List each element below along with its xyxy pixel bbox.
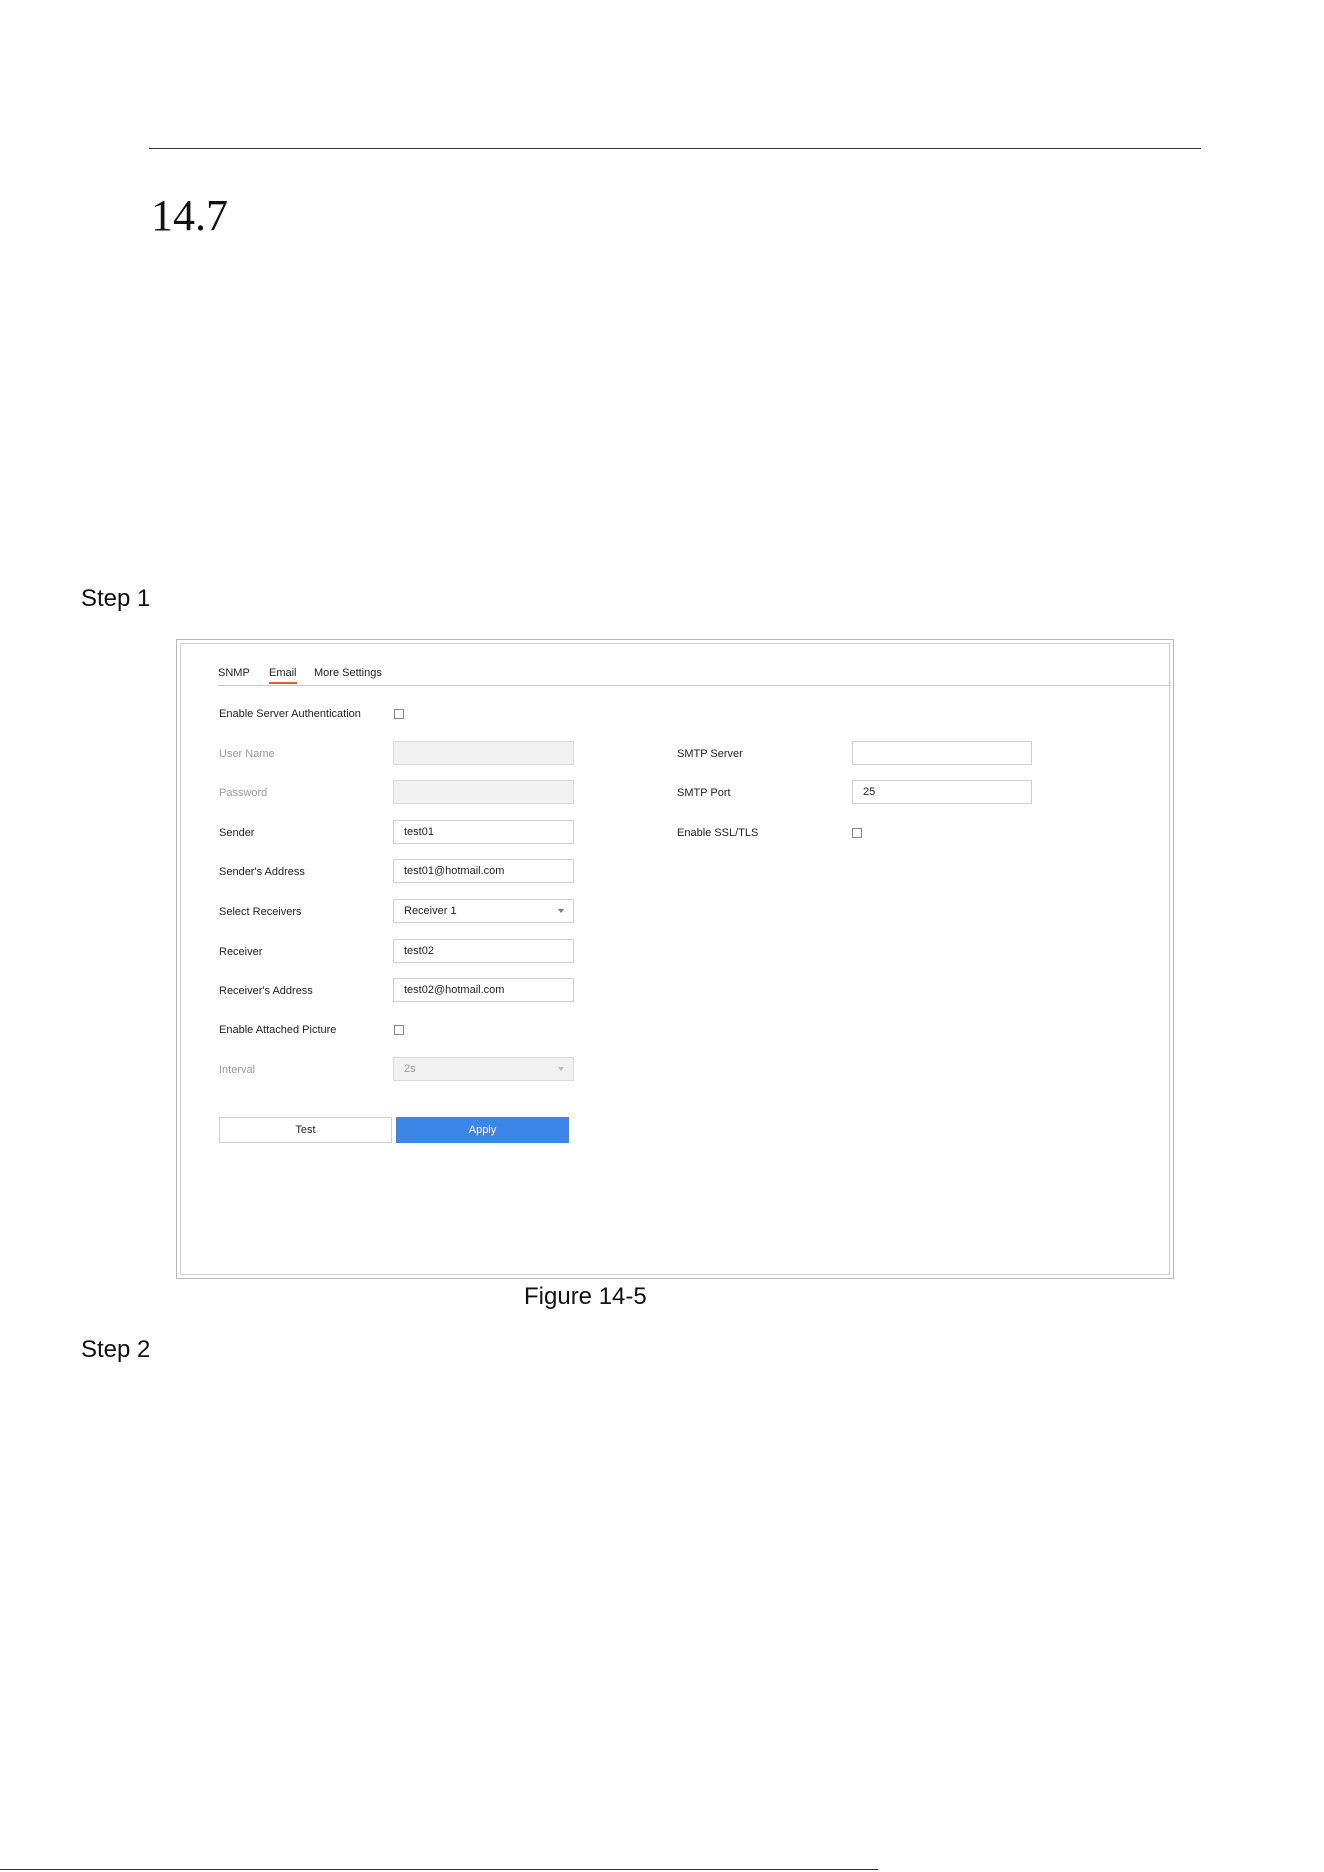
footer-rule: [0, 1869, 878, 1870]
interval-value: 2s: [404, 1063, 416, 1075]
sender-address-label: Sender's Address: [219, 866, 305, 878]
interval-dropdown[interactable]: 2s: [393, 1057, 574, 1081]
user-name-label: User Name: [219, 748, 275, 760]
select-receivers-label: Select Receivers: [219, 906, 302, 918]
password-label: Password: [219, 787, 268, 799]
select-receivers-value: Receiver 1: [404, 905, 457, 917]
receiver-address-label: Receiver's Address: [219, 985, 313, 997]
user-name-input[interactable]: [393, 741, 574, 765]
smtp-port-input[interactable]: 25: [852, 780, 1032, 804]
password-input[interactable]: [393, 780, 574, 804]
enable-attached-picture-label: Enable Attached Picture: [219, 1024, 337, 1036]
interval-label: Interval: [219, 1064, 256, 1076]
chevron-down-icon: [558, 1067, 564, 1071]
step-1-label: Step 1: [81, 585, 151, 612]
sender-address-input[interactable]: test01@hotmail.com: [393, 859, 574, 883]
header-rule: [149, 148, 1201, 149]
step-2-label: Step 2: [81, 1336, 151, 1363]
sender-label: Sender: [219, 827, 255, 839]
tab-divider: [218, 685, 1171, 686]
settings-panel: [180, 643, 1170, 1275]
tab-more-settings[interactable]: More Settings: [314, 667, 382, 679]
smtp-server-input[interactable]: [852, 741, 1032, 765]
smtp-server-label: SMTP Server: [677, 748, 743, 760]
receiver-input[interactable]: test02: [393, 939, 574, 963]
smtp-port-label: SMTP Port: [677, 787, 731, 799]
receiver-address-input[interactable]: test02@hotmail.com: [393, 978, 574, 1002]
apply-button[interactable]: Apply: [396, 1117, 569, 1143]
enable-attached-picture-checkbox[interactable]: [394, 1025, 404, 1035]
enable-server-auth-label: Enable Server Authentication: [219, 708, 361, 720]
enable-ssl-checkbox[interactable]: [852, 828, 862, 838]
select-receivers-dropdown[interactable]: Receiver 1: [393, 899, 574, 923]
receiver-label: Receiver: [219, 946, 263, 958]
enable-ssl-label: Enable SSL/TLS: [677, 827, 759, 839]
tab-email[interactable]: Email: [269, 667, 297, 684]
section-number: 14.7: [151, 191, 228, 240]
figure-caption: Figure 14-5: [524, 1283, 647, 1310]
tab-snmp[interactable]: SNMP: [218, 667, 250, 679]
enable-server-auth-checkbox[interactable]: [394, 709, 404, 719]
test-button[interactable]: Test: [219, 1117, 392, 1143]
sender-input[interactable]: test01: [393, 820, 574, 844]
chevron-down-icon: [558, 909, 564, 913]
